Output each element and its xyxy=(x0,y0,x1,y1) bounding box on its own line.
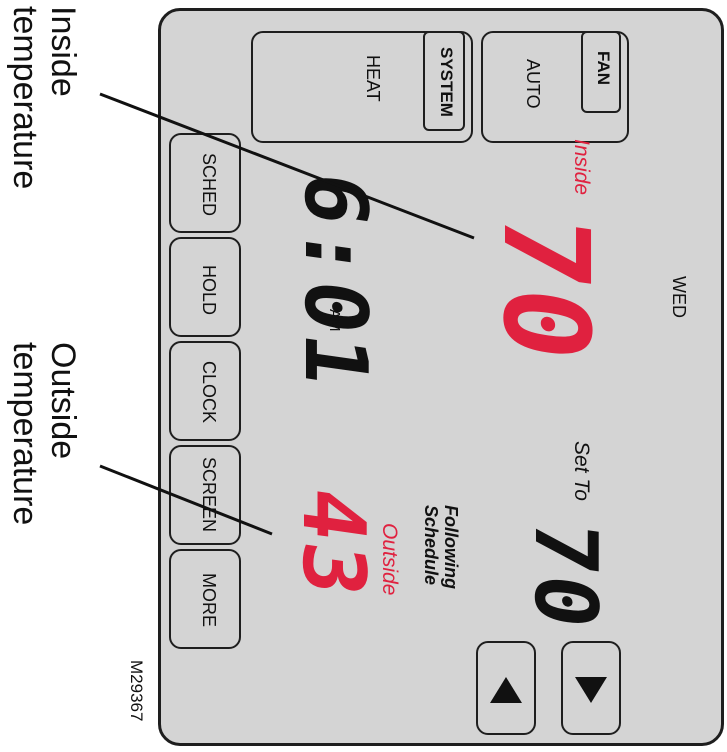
outside-leader-line xyxy=(99,464,273,536)
leader-lines xyxy=(99,92,475,536)
inside-leader-line xyxy=(99,92,475,240)
